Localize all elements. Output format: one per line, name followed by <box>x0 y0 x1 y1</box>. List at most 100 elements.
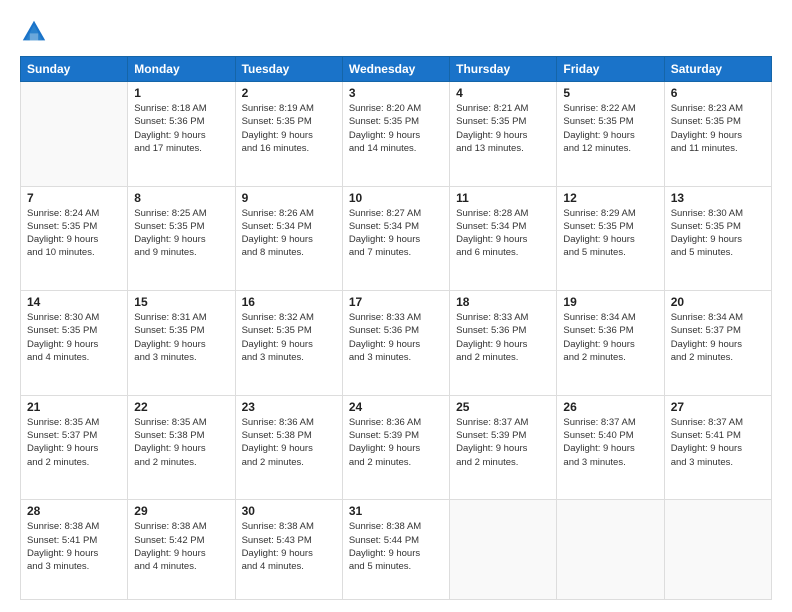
calendar-cell: 25 Sunrise: 8:37 AM Sunset: 5:39 PM Dayli… <box>450 395 557 500</box>
logo <box>20 18 52 46</box>
day-header-monday: Monday <box>128 57 235 82</box>
day-info: Sunrise: 8:37 AM Sunset: 5:41 PM Dayligh… <box>671 416 765 469</box>
day-info: Sunrise: 8:22 AM Sunset: 5:35 PM Dayligh… <box>563 102 657 155</box>
day-header-tuesday: Tuesday <box>235 57 342 82</box>
day-info: Sunrise: 8:38 AM Sunset: 5:42 PM Dayligh… <box>134 520 228 573</box>
calendar-cell: 20 Sunrise: 8:34 AM Sunset: 5:37 PM Dayli… <box>664 291 771 396</box>
day-number: 19 <box>563 295 657 309</box>
day-info: Sunrise: 8:33 AM Sunset: 5:36 PM Dayligh… <box>456 311 550 364</box>
day-number: 4 <box>456 86 550 100</box>
calendar-cell: 30 Sunrise: 8:38 AM Sunset: 5:43 PM Dayli… <box>235 500 342 600</box>
day-info: Sunrise: 8:18 AM Sunset: 5:36 PM Dayligh… <box>134 102 228 155</box>
calendar-cell: 6Sunrise: 8:23 AM Sunset: 5:35 PM Daylig… <box>664 82 771 187</box>
calendar-cell: 1 Sunrise: 8:18 AM Sunset: 5:36 PM Daylig… <box>128 82 235 187</box>
day-info: Sunrise: 8:37 AM Sunset: 5:40 PM Dayligh… <box>563 416 657 469</box>
day-number: 8 <box>134 191 228 205</box>
calendar-cell: 16Sunrise: 8:32 AM Sunset: 5:35 PM Dayli… <box>235 291 342 396</box>
calendar-cell: 24 Sunrise: 8:36 AM Sunset: 5:39 PM Dayli… <box>342 395 449 500</box>
day-number: 7 <box>27 191 121 205</box>
calendar-table: SundayMondayTuesdayWednesdayThursdayFrid… <box>20 56 772 600</box>
day-number: 20 <box>671 295 765 309</box>
calendar-cell: 4 Sunrise: 8:21 AM Sunset: 5:35 PM Daylig… <box>450 82 557 187</box>
day-info: Sunrise: 8:32 AM Sunset: 5:35 PM Dayligh… <box>242 311 336 364</box>
day-number: 26 <box>563 400 657 414</box>
day-info: Sunrise: 8:26 AM Sunset: 5:34 PM Dayligh… <box>242 207 336 260</box>
calendar-cell: 15Sunrise: 8:31 AM Sunset: 5:35 PM Dayli… <box>128 291 235 396</box>
day-info: Sunrise: 8:34 AM Sunset: 5:37 PM Dayligh… <box>671 311 765 364</box>
day-info: Sunrise: 8:34 AM Sunset: 5:36 PM Dayligh… <box>563 311 657 364</box>
calendar-cell: 26 Sunrise: 8:37 AM Sunset: 5:40 PM Dayli… <box>557 395 664 500</box>
day-header-sunday: Sunday <box>21 57 128 82</box>
day-number: 10 <box>349 191 443 205</box>
day-number: 12 <box>563 191 657 205</box>
calendar-cell: 14 Sunrise: 8:30 AM Sunset: 5:35 PM Dayli… <box>21 291 128 396</box>
day-info: Sunrise: 8:38 AM Sunset: 5:41 PM Dayligh… <box>27 520 121 573</box>
calendar-cell: 19 Sunrise: 8:34 AM Sunset: 5:36 PM Dayli… <box>557 291 664 396</box>
day-number: 2 <box>242 86 336 100</box>
logo-icon <box>20 18 48 46</box>
day-info: Sunrise: 8:38 AM Sunset: 5:43 PM Dayligh… <box>242 520 336 573</box>
day-number: 3 <box>349 86 443 100</box>
day-info: Sunrise: 8:33 AM Sunset: 5:36 PM Dayligh… <box>349 311 443 364</box>
day-number: 30 <box>242 504 336 518</box>
day-info: Sunrise: 8:27 AM Sunset: 5:34 PM Dayligh… <box>349 207 443 260</box>
day-info: Sunrise: 8:37 AM Sunset: 5:39 PM Dayligh… <box>456 416 550 469</box>
calendar-cell: 11 Sunrise: 8:28 AM Sunset: 5:34 PM Dayli… <box>450 186 557 291</box>
calendar-cell: 17 Sunrise: 8:33 AM Sunset: 5:36 PM Dayli… <box>342 291 449 396</box>
day-header-wednesday: Wednesday <box>342 57 449 82</box>
day-info: Sunrise: 8:30 AM Sunset: 5:35 PM Dayligh… <box>671 207 765 260</box>
page: SundayMondayTuesdayWednesdayThursdayFrid… <box>0 0 792 612</box>
calendar-cell: 3 Sunrise: 8:20 AM Sunset: 5:35 PM Daylig… <box>342 82 449 187</box>
calendar-week-row: 1 Sunrise: 8:18 AM Sunset: 5:36 PM Daylig… <box>21 82 772 187</box>
calendar-cell: 13 Sunrise: 8:30 AM Sunset: 5:35 PM Dayli… <box>664 186 771 291</box>
day-number: 24 <box>349 400 443 414</box>
day-number: 9 <box>242 191 336 205</box>
day-header-saturday: Saturday <box>664 57 771 82</box>
day-info: Sunrise: 8:19 AM Sunset: 5:35 PM Dayligh… <box>242 102 336 155</box>
day-info: Sunrise: 8:24 AM Sunset: 5:35 PM Dayligh… <box>27 207 121 260</box>
calendar-week-row: 21 Sunrise: 8:35 AM Sunset: 5:37 PM Dayli… <box>21 395 772 500</box>
day-number: 25 <box>456 400 550 414</box>
calendar-cell <box>21 82 128 187</box>
day-info: Sunrise: 8:38 AM Sunset: 5:44 PM Dayligh… <box>349 520 443 573</box>
calendar-cell: 29 Sunrise: 8:38 AM Sunset: 5:42 PM Dayli… <box>128 500 235 600</box>
calendar-cell <box>450 500 557 600</box>
header <box>20 18 772 46</box>
calendar-cell: 23 Sunrise: 8:36 AM Sunset: 5:38 PM Dayli… <box>235 395 342 500</box>
calendar-header-row: SundayMondayTuesdayWednesdayThursdayFrid… <box>21 57 772 82</box>
day-info: Sunrise: 8:36 AM Sunset: 5:39 PM Dayligh… <box>349 416 443 469</box>
day-number: 31 <box>349 504 443 518</box>
calendar-cell: 18 Sunrise: 8:33 AM Sunset: 5:36 PM Dayli… <box>450 291 557 396</box>
calendar-week-row: 14 Sunrise: 8:30 AM Sunset: 5:35 PM Dayli… <box>21 291 772 396</box>
day-number: 11 <box>456 191 550 205</box>
day-info: Sunrise: 8:35 AM Sunset: 5:37 PM Dayligh… <box>27 416 121 469</box>
day-info: Sunrise: 8:35 AM Sunset: 5:38 PM Dayligh… <box>134 416 228 469</box>
calendar-cell: 7 Sunrise: 8:24 AM Sunset: 5:35 PM Daylig… <box>21 186 128 291</box>
day-info: Sunrise: 8:29 AM Sunset: 5:35 PM Dayligh… <box>563 207 657 260</box>
day-number: 29 <box>134 504 228 518</box>
calendar-cell: 10 Sunrise: 8:27 AM Sunset: 5:34 PM Dayli… <box>342 186 449 291</box>
day-number: 6 <box>671 86 765 100</box>
day-number: 1 <box>134 86 228 100</box>
day-number: 5 <box>563 86 657 100</box>
day-number: 17 <box>349 295 443 309</box>
day-number: 14 <box>27 295 121 309</box>
day-info: Sunrise: 8:20 AM Sunset: 5:35 PM Dayligh… <box>349 102 443 155</box>
day-info: Sunrise: 8:36 AM Sunset: 5:38 PM Dayligh… <box>242 416 336 469</box>
day-info: Sunrise: 8:28 AM Sunset: 5:34 PM Dayligh… <box>456 207 550 260</box>
calendar-cell: 12 Sunrise: 8:29 AM Sunset: 5:35 PM Dayli… <box>557 186 664 291</box>
day-number: 28 <box>27 504 121 518</box>
calendar-cell: 22Sunrise: 8:35 AM Sunset: 5:38 PM Dayli… <box>128 395 235 500</box>
calendar-cell <box>664 500 771 600</box>
calendar-week-row: 28 Sunrise: 8:38 AM Sunset: 5:41 PM Dayli… <box>21 500 772 600</box>
day-number: 15 <box>134 295 228 309</box>
calendar-cell: 9 Sunrise: 8:26 AM Sunset: 5:34 PM Daylig… <box>235 186 342 291</box>
calendar-cell: 31 Sunrise: 8:38 AM Sunset: 5:44 PM Dayli… <box>342 500 449 600</box>
day-info: Sunrise: 8:30 AM Sunset: 5:35 PM Dayligh… <box>27 311 121 364</box>
day-number: 13 <box>671 191 765 205</box>
calendar-cell: 8Sunrise: 8:25 AM Sunset: 5:35 PM Daylig… <box>128 186 235 291</box>
day-number: 18 <box>456 295 550 309</box>
day-info: Sunrise: 8:21 AM Sunset: 5:35 PM Dayligh… <box>456 102 550 155</box>
day-number: 23 <box>242 400 336 414</box>
day-number: 21 <box>27 400 121 414</box>
